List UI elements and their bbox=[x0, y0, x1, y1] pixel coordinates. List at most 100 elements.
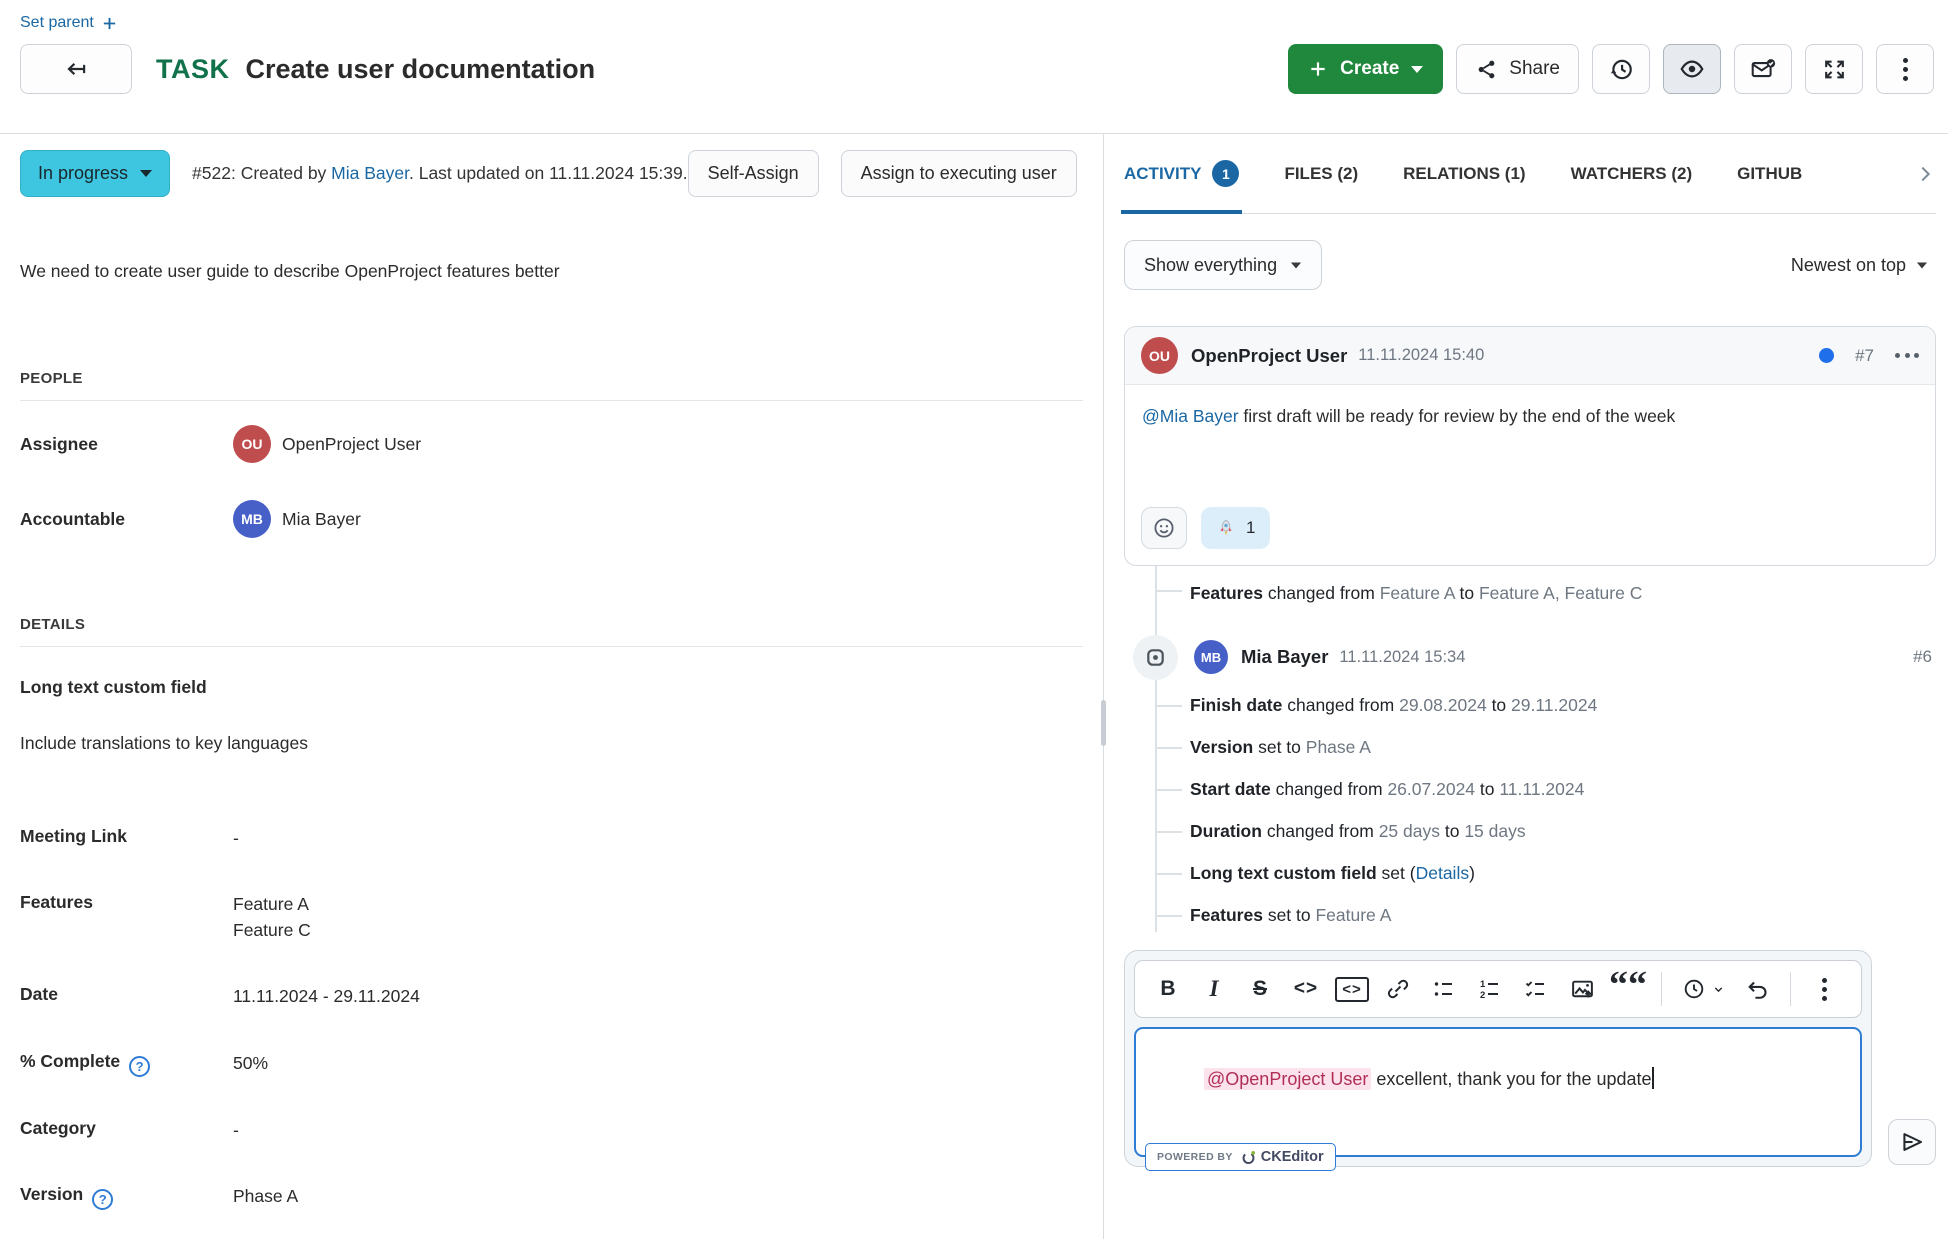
revision-history-button[interactable] bbox=[1674, 968, 1732, 1010]
category-label: Category bbox=[20, 1117, 96, 1138]
attribute-fields: Meeting Link - Features Feature A Featur… bbox=[20, 826, 1083, 1210]
date-value[interactable]: 11.11.2024 - 29.11.2024 bbox=[233, 984, 420, 1009]
status-dropdown[interactable]: In progress bbox=[20, 150, 171, 197]
top-bar: Set parent TASK Create user documentatio… bbox=[0, 0, 1948, 134]
create-button[interactable]: Create bbox=[1288, 44, 1444, 94]
tabs-scroll-right-button[interactable] bbox=[1914, 163, 1936, 185]
inline-code-button[interactable]: <> bbox=[1285, 968, 1327, 1010]
accountable-value[interactable]: Mia Bayer bbox=[282, 509, 361, 530]
more-actions-button[interactable] bbox=[1876, 44, 1934, 94]
unread-indicator[interactable] bbox=[1819, 348, 1835, 363]
toolbar-divider bbox=[1790, 972, 1791, 1006]
long-text-custom-field-value[interactable]: Include translations to key languages bbox=[20, 733, 1083, 754]
bulleted-list-button[interactable] bbox=[1423, 968, 1465, 1010]
assignee-label: Assignee bbox=[20, 433, 98, 454]
assignee-value[interactable]: OpenProject User bbox=[282, 434, 421, 455]
editor-toolbar: B I S <> <> 12 ““ bbox=[1134, 960, 1862, 1018]
block-quote-button[interactable]: ““ bbox=[1607, 966, 1649, 1010]
avatar: OU bbox=[1141, 337, 1178, 374]
chevron-down-icon bbox=[140, 170, 153, 177]
creator-link[interactable]: Mia Bayer bbox=[331, 163, 409, 183]
baseline-comparison-button[interactable] bbox=[1592, 44, 1650, 94]
strikethrough-button[interactable]: S bbox=[1239, 968, 1281, 1010]
kebab-menu-icon bbox=[1821, 977, 1827, 1001]
bold-button[interactable]: B bbox=[1147, 968, 1189, 1010]
features-row: Features Feature A Feature C bbox=[20, 892, 1083, 943]
submit-comment-button[interactable] bbox=[1888, 1119, 1936, 1165]
work-package-type: TASK bbox=[156, 53, 230, 84]
bulleted-list-icon bbox=[1432, 977, 1456, 1001]
rocket-reaction-button[interactable]: 1 bbox=[1201, 507, 1271, 549]
details-section: DETAILS Long text custom field Include t… bbox=[20, 616, 1083, 1210]
help-icon[interactable] bbox=[92, 1188, 114, 1210]
smiley-icon bbox=[1152, 516, 1176, 540]
features-value[interactable]: Feature A Feature C bbox=[233, 892, 311, 943]
link-button[interactable] bbox=[1377, 968, 1419, 1010]
toolbar-more-button[interactable] bbox=[1803, 968, 1845, 1010]
set-parent-link[interactable]: Set parent bbox=[20, 14, 118, 32]
comment-header: OU OpenProject User 11.11.2024 15:40 #7 bbox=[1125, 327, 1935, 385]
comment-editor-row: B I S <> <> 12 ““ @OpenProject User exce… bbox=[1124, 950, 1936, 1171]
activity-change: Features changed from Feature A to Featu… bbox=[1124, 566, 1936, 614]
comment-menu-button[interactable] bbox=[1895, 349, 1919, 362]
tab-files[interactable]: FILES (2) bbox=[1284, 134, 1358, 213]
assign-to-executing-user-button[interactable]: Assign to executing user bbox=[840, 150, 1077, 197]
create-button-label: Create bbox=[1340, 58, 1400, 79]
meeting-link-value[interactable]: - bbox=[233, 826, 239, 851]
chevron-down-icon bbox=[1916, 262, 1928, 268]
code-block-button[interactable]: <> bbox=[1331, 968, 1373, 1010]
activity-number[interactable]: #6 bbox=[1913, 647, 1932, 667]
fullscreen-button[interactable] bbox=[1805, 44, 1863, 94]
help-icon[interactable] bbox=[129, 1055, 151, 1077]
share-button[interactable]: Share bbox=[1456, 44, 1579, 94]
changeset-icon bbox=[1133, 634, 1178, 680]
activity-number[interactable]: #7 bbox=[1855, 346, 1874, 366]
image-upload-icon bbox=[1570, 977, 1595, 1002]
todo-list-button[interactable] bbox=[1515, 968, 1557, 1010]
page-title: Create user documentation bbox=[245, 53, 596, 84]
eye-icon bbox=[1679, 56, 1705, 82]
activity-sort-dropdown[interactable]: Newest on top bbox=[1791, 255, 1928, 276]
history-clock-icon bbox=[1608, 56, 1634, 82]
scrollbar-thumb[interactable] bbox=[1101, 700, 1106, 746]
comment-reactions: 1 bbox=[1125, 505, 1935, 565]
percent-complete-value[interactable]: 50% bbox=[233, 1051, 268, 1077]
tab-relations[interactable]: RELATIONS (1) bbox=[1403, 134, 1525, 213]
activity-event-header: MB Mia Bayer 11.11.2024 15:34 #6 bbox=[1124, 630, 1936, 684]
watch-button[interactable] bbox=[1663, 44, 1721, 94]
insert-image-button[interactable] bbox=[1561, 968, 1603, 1010]
activity-filter-dropdown[interactable]: Show everything bbox=[1124, 240, 1323, 290]
avatar: MB bbox=[1194, 640, 1228, 674]
category-value[interactable]: - bbox=[233, 1118, 239, 1143]
undo-button[interactable] bbox=[1736, 968, 1778, 1010]
notification-settings-button[interactable] bbox=[1734, 44, 1792, 94]
history-icon bbox=[1682, 977, 1706, 1001]
comment-editor: B I S <> <> 12 ““ @OpenProject User exce… bbox=[1124, 950, 1872, 1171]
date-row: Date 11.11.2024 - 29.11.2024 bbox=[20, 984, 1083, 1009]
link-icon bbox=[1386, 977, 1410, 1001]
add-reaction-button[interactable] bbox=[1141, 507, 1187, 549]
comment-input[interactable]: @OpenProject User excellent, thank you f… bbox=[1134, 1027, 1862, 1171]
activity-timestamp: 11.11.2024 15:34 bbox=[1339, 647, 1466, 666]
tab-watchers[interactable]: WATCHERS (2) bbox=[1571, 134, 1693, 213]
activity-controls: Show everything Newest on top bbox=[1124, 240, 1936, 290]
svg-text:2: 2 bbox=[1480, 990, 1485, 1001]
description-text[interactable]: We need to create user guide to describe… bbox=[20, 261, 1083, 282]
accountable-row: Accountable MB Mia Bayer bbox=[20, 500, 1083, 538]
numbered-list-button[interactable]: 12 bbox=[1469, 968, 1511, 1010]
version-value[interactable]: Phase A bbox=[233, 1184, 298, 1210]
italic-button[interactable]: I bbox=[1193, 968, 1235, 1010]
self-assign-button[interactable]: Self-Assign bbox=[687, 150, 819, 197]
comment-author[interactable]: OpenProject User bbox=[1191, 345, 1347, 367]
mention-link[interactable]: @Mia Bayer bbox=[1142, 406, 1239, 426]
tab-github[interactable]: GITHUB bbox=[1737, 134, 1802, 213]
assignee-row: Assignee OU OpenProject User bbox=[20, 425, 1083, 463]
activity-author[interactable]: Mia Bayer bbox=[1241, 646, 1328, 668]
numbered-list-icon: 12 bbox=[1478, 977, 1502, 1001]
mention-chip: @OpenProject User bbox=[1204, 1068, 1372, 1090]
plus-icon bbox=[1308, 59, 1328, 79]
long-text-custom-field-label: Long text custom field bbox=[20, 677, 207, 697]
back-button[interactable] bbox=[20, 44, 132, 94]
tab-activity[interactable]: ACTIVITY 1 bbox=[1120, 134, 1243, 214]
details-link[interactable]: Details bbox=[1416, 863, 1470, 883]
